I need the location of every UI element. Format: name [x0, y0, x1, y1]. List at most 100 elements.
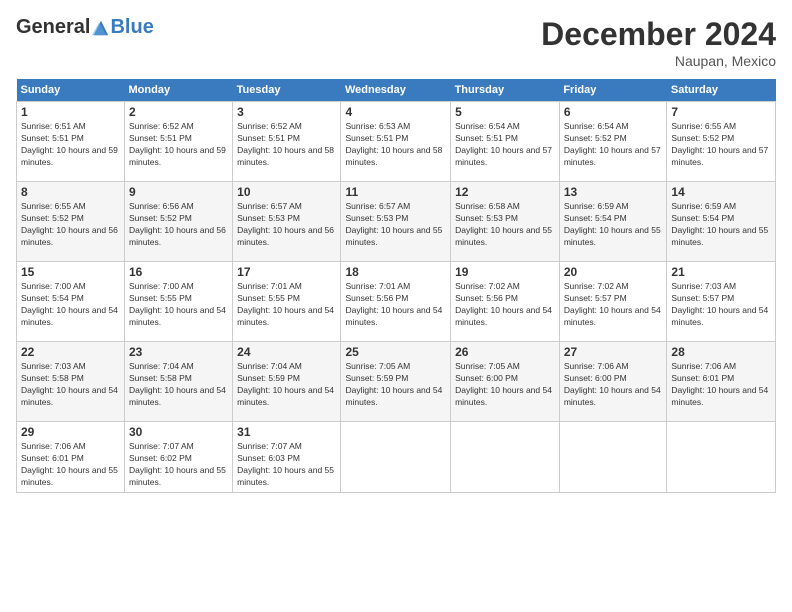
day-info: Sunrise: 6:59 AMSunset: 5:54 PMDaylight:…	[564, 201, 663, 249]
day-number: 14	[671, 185, 771, 199]
table-row: 21 Sunrise: 7:03 AMSunset: 5:57 PMDaylig…	[667, 262, 776, 342]
day-number: 26	[455, 345, 555, 359]
day-number: 2	[129, 105, 228, 119]
day-number: 31	[237, 425, 336, 439]
table-row: 23 Sunrise: 7:04 AMSunset: 5:58 PMDaylig…	[125, 342, 233, 422]
day-info: Sunrise: 7:06 AMSunset: 6:00 PMDaylight:…	[564, 361, 663, 409]
day-number: 17	[237, 265, 336, 279]
table-row: 1 Sunrise: 6:51 AMSunset: 5:51 PMDayligh…	[17, 102, 125, 182]
table-row: 22 Sunrise: 7:03 AMSunset: 5:58 PMDaylig…	[17, 342, 125, 422]
header-tuesday: Tuesday	[233, 79, 341, 102]
header-monday: Monday	[125, 79, 233, 102]
day-number: 30	[129, 425, 228, 439]
table-row: 26 Sunrise: 7:05 AMSunset: 6:00 PMDaylig…	[451, 342, 560, 422]
day-number: 15	[21, 265, 120, 279]
table-row: 9 Sunrise: 6:56 AMSunset: 5:52 PMDayligh…	[125, 182, 233, 262]
day-number: 24	[237, 345, 336, 359]
table-row: 13 Sunrise: 6:59 AMSunset: 5:54 PMDaylig…	[559, 182, 667, 262]
logo: General Blue	[16, 16, 154, 39]
table-row: 12 Sunrise: 6:58 AMSunset: 5:53 PMDaylig…	[451, 182, 560, 262]
day-info: Sunrise: 7:07 AMSunset: 6:02 PMDaylight:…	[129, 441, 228, 489]
day-number: 18	[345, 265, 446, 279]
header-thursday: Thursday	[451, 79, 560, 102]
table-row: 8 Sunrise: 6:55 AMSunset: 5:52 PMDayligh…	[17, 182, 125, 262]
table-row: 10 Sunrise: 6:57 AMSunset: 5:53 PMDaylig…	[233, 182, 341, 262]
table-row: 2 Sunrise: 6:52 AMSunset: 5:51 PMDayligh…	[125, 102, 233, 182]
day-number: 7	[671, 105, 771, 119]
logo-text: General Blue	[16, 16, 154, 39]
month-title: December 2024	[541, 16, 776, 53]
day-info: Sunrise: 7:03 AMSunset: 5:58 PMDaylight:…	[21, 361, 120, 409]
day-number: 20	[564, 265, 663, 279]
table-row: 6 Sunrise: 6:54 AMSunset: 5:52 PMDayligh…	[559, 102, 667, 182]
table-row: 30 Sunrise: 7:07 AMSunset: 6:02 PMDaylig…	[125, 422, 233, 493]
table-row: 25 Sunrise: 7:05 AMSunset: 5:59 PMDaylig…	[341, 342, 451, 422]
day-number: 6	[564, 105, 663, 119]
day-info: Sunrise: 7:04 AMSunset: 5:59 PMDaylight:…	[237, 361, 336, 409]
day-info: Sunrise: 6:56 AMSunset: 5:52 PMDaylight:…	[129, 201, 228, 249]
day-info: Sunrise: 6:59 AMSunset: 5:54 PMDaylight:…	[671, 201, 771, 249]
day-number: 19	[455, 265, 555, 279]
header-saturday: Saturday	[667, 79, 776, 102]
day-number: 21	[671, 265, 771, 279]
day-info: Sunrise: 6:51 AMSunset: 5:51 PMDaylight:…	[21, 121, 120, 169]
day-number: 25	[345, 345, 446, 359]
day-number: 16	[129, 265, 228, 279]
table-row: 4 Sunrise: 6:53 AMSunset: 5:51 PMDayligh…	[341, 102, 451, 182]
location: Naupan, Mexico	[541, 53, 776, 69]
table-row: 15 Sunrise: 7:00 AMSunset: 5:54 PMDaylig…	[17, 262, 125, 342]
day-number: 23	[129, 345, 228, 359]
table-row: 17 Sunrise: 7:01 AMSunset: 5:55 PMDaylig…	[233, 262, 341, 342]
day-info: Sunrise: 6:55 AMSunset: 5:52 PMDaylight:…	[21, 201, 120, 249]
table-row	[451, 422, 560, 493]
day-number: 22	[21, 345, 120, 359]
calendar: Sunday Monday Tuesday Wednesday Thursday…	[16, 79, 776, 493]
table-row: 18 Sunrise: 7:01 AMSunset: 5:56 PMDaylig…	[341, 262, 451, 342]
table-row: 5 Sunrise: 6:54 AMSunset: 5:51 PMDayligh…	[451, 102, 560, 182]
table-row: 31 Sunrise: 7:07 AMSunset: 6:03 PMDaylig…	[233, 422, 341, 493]
day-number: 11	[345, 185, 446, 199]
table-row: 28 Sunrise: 7:06 AMSunset: 6:01 PMDaylig…	[667, 342, 776, 422]
day-info: Sunrise: 7:02 AMSunset: 5:57 PMDaylight:…	[564, 281, 663, 329]
table-row: 14 Sunrise: 6:59 AMSunset: 5:54 PMDaylig…	[667, 182, 776, 262]
table-row: 11 Sunrise: 6:57 AMSunset: 5:53 PMDaylig…	[341, 182, 451, 262]
logo-blue: Blue	[110, 16, 153, 39]
header-wednesday: Wednesday	[341, 79, 451, 102]
day-number: 10	[237, 185, 336, 199]
table-row: 29 Sunrise: 7:06 AMSunset: 6:01 PMDaylig…	[17, 422, 125, 493]
table-row: 24 Sunrise: 7:04 AMSunset: 5:59 PMDaylig…	[233, 342, 341, 422]
table-row	[341, 422, 451, 493]
day-info: Sunrise: 7:05 AMSunset: 6:00 PMDaylight:…	[455, 361, 555, 409]
day-info: Sunrise: 7:01 AMSunset: 5:56 PMDaylight:…	[345, 281, 446, 329]
day-info: Sunrise: 7:00 AMSunset: 5:55 PMDaylight:…	[129, 281, 228, 329]
day-info: Sunrise: 7:06 AMSunset: 6:01 PMDaylight:…	[21, 441, 120, 489]
table-row: 7 Sunrise: 6:55 AMSunset: 5:52 PMDayligh…	[667, 102, 776, 182]
weekday-header-row: Sunday Monday Tuesday Wednesday Thursday…	[17, 79, 776, 102]
day-number: 12	[455, 185, 555, 199]
table-row: 16 Sunrise: 7:00 AMSunset: 5:55 PMDaylig…	[125, 262, 233, 342]
header: General Blue December 2024 Naupan, Mexic…	[16, 16, 776, 69]
day-info: Sunrise: 7:06 AMSunset: 6:01 PMDaylight:…	[671, 361, 771, 409]
day-info: Sunrise: 6:58 AMSunset: 5:53 PMDaylight:…	[455, 201, 555, 249]
day-number: 4	[345, 105, 446, 119]
title-block: December 2024 Naupan, Mexico	[541, 16, 776, 69]
day-number: 8	[21, 185, 120, 199]
day-number: 1	[21, 105, 120, 119]
day-info: Sunrise: 7:03 AMSunset: 5:57 PMDaylight:…	[671, 281, 771, 329]
day-number: 13	[564, 185, 663, 199]
table-row	[667, 422, 776, 493]
main-container: General Blue December 2024 Naupan, Mexic…	[0, 0, 792, 612]
logo-icon	[92, 19, 110, 37]
logo-general: General	[16, 16, 90, 39]
day-info: Sunrise: 6:54 AMSunset: 5:51 PMDaylight:…	[455, 121, 555, 169]
day-number: 27	[564, 345, 663, 359]
table-row: 19 Sunrise: 7:02 AMSunset: 5:56 PMDaylig…	[451, 262, 560, 342]
day-number: 29	[21, 425, 120, 439]
day-info: Sunrise: 6:52 AMSunset: 5:51 PMDaylight:…	[237, 121, 336, 169]
day-info: Sunrise: 6:55 AMSunset: 5:52 PMDaylight:…	[671, 121, 771, 169]
day-info: Sunrise: 7:00 AMSunset: 5:54 PMDaylight:…	[21, 281, 120, 329]
table-row: 3 Sunrise: 6:52 AMSunset: 5:51 PMDayligh…	[233, 102, 341, 182]
day-info: Sunrise: 6:57 AMSunset: 5:53 PMDaylight:…	[237, 201, 336, 249]
day-info: Sunrise: 7:05 AMSunset: 5:59 PMDaylight:…	[345, 361, 446, 409]
day-number: 3	[237, 105, 336, 119]
